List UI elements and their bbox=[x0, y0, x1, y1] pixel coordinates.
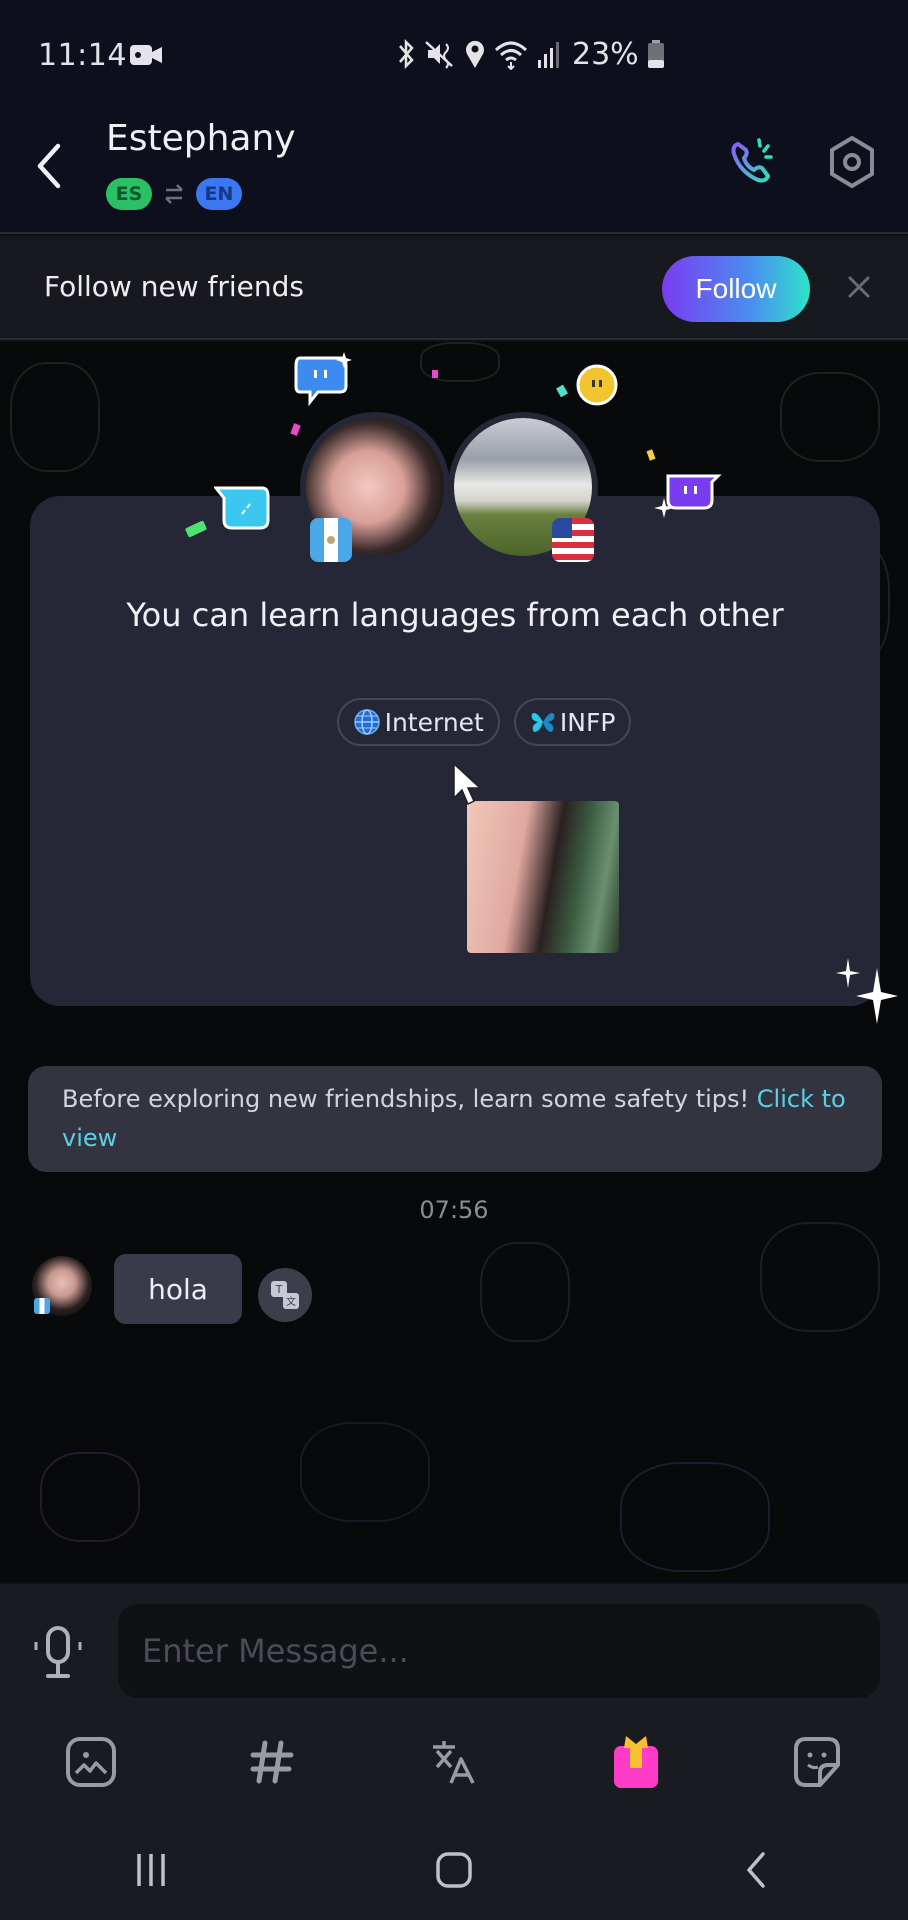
recent-apps-icon bbox=[137, 1854, 166, 1886]
status-icons: 23% bbox=[396, 36, 665, 72]
follow-suggestion-bar: Follow new friends Follow bbox=[0, 236, 908, 340]
image-icon bbox=[65, 1737, 116, 1787]
svg-text:T: T bbox=[275, 1283, 283, 1296]
sender-flag-icon bbox=[34, 1298, 50, 1314]
back-icon bbox=[746, 1852, 765, 1888]
status-time: 11:14 bbox=[38, 38, 127, 73]
translate-icon: T文 bbox=[271, 1281, 299, 1309]
follow-prompt: Follow new friends bbox=[44, 270, 304, 303]
translate-message-button[interactable]: T文 bbox=[258, 1268, 312, 1322]
tag-internet[interactable]: Internet bbox=[336, 698, 500, 746]
globe-icon bbox=[353, 709, 380, 735]
wifi-icon bbox=[494, 41, 528, 70]
sticker-button[interactable] bbox=[726, 1704, 908, 1820]
message-text: hola bbox=[148, 1272, 208, 1306]
message-input[interactable] bbox=[118, 1604, 880, 1698]
back-icon[interactable] bbox=[30, 138, 70, 194]
smiley-sticker-icon bbox=[576, 364, 618, 406]
flag-united-states-icon bbox=[552, 518, 594, 562]
gift-icon bbox=[613, 1736, 658, 1788]
intro-title: You can learn languages from each other bbox=[126, 596, 784, 634]
follow-button[interactable]: Follow bbox=[662, 256, 810, 322]
background-doodle bbox=[300, 1422, 430, 1522]
sticker-icon bbox=[794, 1737, 841, 1787]
contact-name[interactable]: Estephany bbox=[106, 118, 296, 159]
shared-tags: Internet INFP bbox=[0, 698, 908, 746]
close-icon[interactable] bbox=[842, 270, 876, 304]
learning-language-badge: EN bbox=[196, 178, 242, 210]
hashtag-icon bbox=[250, 1740, 294, 1784]
message-timestamp: 07:56 bbox=[419, 1196, 489, 1224]
shared-photo[interactable] bbox=[467, 801, 619, 953]
home-button[interactable] bbox=[303, 1820, 606, 1920]
background-doodle bbox=[10, 362, 100, 472]
status-bar: 11:14 23% bbox=[0, 0, 908, 110]
flag-guatemala-icon bbox=[310, 518, 352, 562]
voice-call-icon[interactable] bbox=[724, 132, 784, 192]
hashtag-button[interactable] bbox=[182, 1704, 364, 1820]
background-doodle bbox=[780, 372, 880, 462]
background-doodle bbox=[620, 1462, 770, 1572]
battery-icon bbox=[647, 40, 664, 68]
native-language-badge: ES bbox=[106, 178, 152, 210]
chat-header: Estephany ES EN bbox=[0, 110, 908, 234]
tag-infp[interactable]: INFP bbox=[513, 698, 632, 746]
swap-icon bbox=[165, 184, 183, 204]
butterfly-icon bbox=[531, 713, 555, 732]
mouse-cursor-icon bbox=[453, 762, 482, 806]
confetti bbox=[432, 370, 438, 378]
tag-label: Internet bbox=[384, 707, 484, 737]
settings-icon[interactable] bbox=[822, 132, 882, 192]
translate-button[interactable] bbox=[363, 1704, 545, 1820]
speech-sticker-icon bbox=[214, 486, 270, 530]
background-doodle bbox=[760, 1222, 880, 1332]
mute-vibrate-icon bbox=[425, 41, 453, 69]
home-icon bbox=[436, 1852, 472, 1888]
recent-apps-button[interactable] bbox=[0, 1820, 303, 1920]
image-button[interactable] bbox=[0, 1704, 182, 1820]
translate-icon bbox=[432, 1741, 475, 1784]
microphone-icon[interactable] bbox=[28, 1624, 88, 1684]
message-bubble[interactable]: hola bbox=[114, 1254, 242, 1324]
purple-chat-sticker-icon bbox=[654, 474, 722, 518]
system-navigation-bar bbox=[0, 1820, 908, 1920]
svg-text:文: 文 bbox=[286, 1295, 296, 1308]
background-doodle bbox=[40, 1452, 140, 1542]
system-back-button[interactable] bbox=[605, 1820, 908, 1920]
location-icon bbox=[466, 40, 484, 68]
safety-text: Before exploring new friendships, learn … bbox=[62, 1085, 757, 1113]
sparkle-icon bbox=[856, 968, 898, 1024]
match-intro-card bbox=[30, 496, 880, 1006]
battery-percent: 23% bbox=[572, 36, 639, 72]
message-composer bbox=[0, 1584, 908, 1704]
bluetooth-icon bbox=[399, 38, 414, 70]
tag-label: INFP bbox=[559, 707, 616, 737]
chat-bubble-sticker-icon bbox=[294, 352, 352, 407]
chat-toolbar bbox=[0, 1704, 908, 1820]
safety-notice: Before exploring new friendships, learn … bbox=[28, 1066, 882, 1172]
video-camera-icon bbox=[130, 45, 162, 65]
language-pair: ES EN bbox=[106, 178, 242, 210]
gift-button[interactable] bbox=[545, 1704, 727, 1820]
signal-icon bbox=[538, 42, 559, 68]
background-doodle bbox=[480, 1242, 570, 1342]
